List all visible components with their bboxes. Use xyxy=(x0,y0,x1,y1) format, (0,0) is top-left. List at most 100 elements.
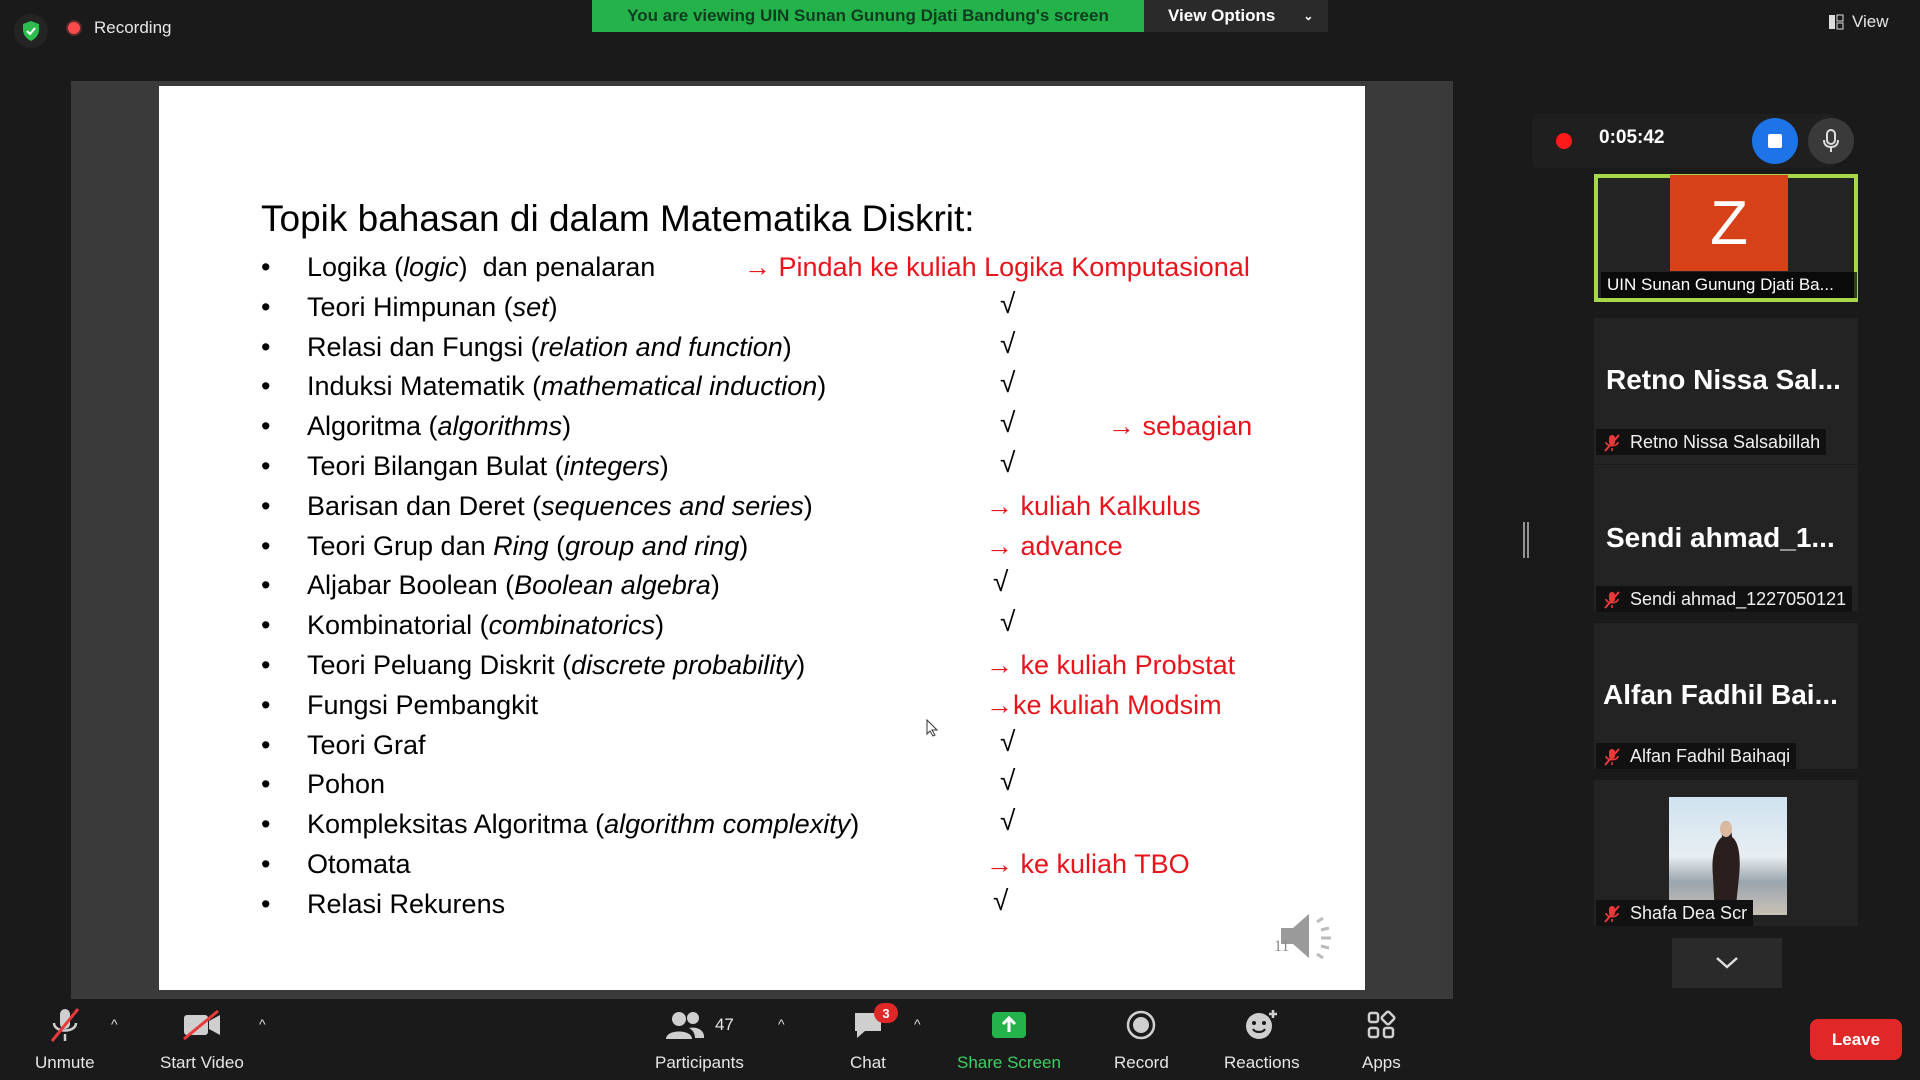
recording-indicator[interactable]: Recording xyxy=(66,18,172,38)
topic-label: Induksi Matematik (mathematical inductio… xyxy=(307,371,826,402)
muted-mic-icon xyxy=(1604,591,1620,609)
audio-button[interactable] xyxy=(1808,118,1854,164)
topic-label-english: set xyxy=(512,291,549,322)
bullet: • xyxy=(261,331,271,362)
reactions-button[interactable]: Reactions xyxy=(1224,1005,1300,1073)
topic-label-text: Induksi Matematik ( xyxy=(307,371,542,402)
topic-label: Relasi Rekurens xyxy=(307,889,505,920)
participant-name-label: Alfan Fadhil Baihaqi xyxy=(1630,746,1791,766)
topic-label: Kombinatorial (combinatorics) xyxy=(307,610,664,641)
check-mark: √ xyxy=(1000,725,1016,757)
bullet: • xyxy=(261,650,271,680)
leave-button[interactable]: Leave xyxy=(1810,1019,1902,1060)
topic-row: • Relasi dan Fungsi (relation and functio… xyxy=(159,328,1365,372)
topic-label-text: Teori Peluang Diskrit ( xyxy=(307,650,572,680)
bullet: • xyxy=(261,849,271,879)
topic-label-text: ) xyxy=(655,610,665,641)
bullet: • xyxy=(261,451,271,481)
topic-row: • Relasi Rekurens √ xyxy=(159,885,1365,929)
unmute-button[interactable]: Unmute xyxy=(35,1005,95,1073)
topic-label-text: ) xyxy=(796,650,806,680)
check-mark: √ xyxy=(993,566,1009,598)
bullet: • xyxy=(261,371,271,402)
participant-big-name: Sendi ahmad_1... xyxy=(1606,522,1835,553)
bullet: • xyxy=(261,252,271,282)
record-icon xyxy=(1127,1010,1156,1040)
topic-label: Pohon xyxy=(307,769,385,800)
mouse-cursor-icon xyxy=(926,719,938,737)
topic-note: → ke kuliah TBO xyxy=(986,849,1190,879)
chat-label: Chat xyxy=(850,1053,886,1072)
record-label: Record xyxy=(1114,1053,1169,1072)
participant-name: Shafa Dea Scr xyxy=(1596,900,1754,926)
topic-row: • Pohon √ xyxy=(159,765,1365,809)
check-mark: √ xyxy=(1000,447,1016,478)
check-mark: √ xyxy=(993,884,1009,916)
check-mark: √ xyxy=(1000,765,1016,797)
apps-label: Apps xyxy=(1362,1053,1401,1072)
participant-name: UIN Sunan Gunung Djati Ba... xyxy=(1601,272,1857,298)
topic-label: Teori Peluang Diskrit (discrete probabil… xyxy=(307,650,805,681)
view-options-label: View Options xyxy=(1168,6,1276,25)
chat-options-caret[interactable]: ^ xyxy=(914,1016,921,1032)
topic-label: Aljabar Boolean (Boolean algebra) xyxy=(307,570,720,601)
bullet: • xyxy=(261,411,271,442)
topic-row: • Teori Himpunan (set) √ xyxy=(159,288,1365,332)
participant-name-label: Sendi ahmad_1227050121 xyxy=(1630,589,1847,609)
topic-label-text: ( xyxy=(548,530,566,561)
topic-row: • Aljabar Boolean (Boolean algebra) √ xyxy=(159,566,1365,610)
topic-label-english: relation and function xyxy=(539,331,783,362)
topic-label-text: Kompleksitas Algoritma ( xyxy=(307,809,605,840)
topic-row: • Kombinatorial (combinatorics) √ xyxy=(159,606,1365,650)
unmute-label: Unmute xyxy=(35,1053,95,1072)
record-button[interactable]: Record xyxy=(1114,1005,1169,1073)
topic-note: →ke kuliah Modsim xyxy=(986,689,1222,720)
apps-icon xyxy=(1368,1010,1396,1039)
topic-label-text: ) xyxy=(803,490,813,521)
topic-row: • Teori Graf √ xyxy=(159,726,1365,770)
bullet: • xyxy=(261,610,271,641)
topic-label-text: Relasi dan Fungsi ( xyxy=(307,331,540,362)
topic-row: • Logika (logic) dan penalaran → Pindah ke… xyxy=(159,252,1365,292)
security-shield-icon[interactable] xyxy=(14,14,48,48)
reactions-label: Reactions xyxy=(1224,1053,1300,1072)
muted-mic-icon xyxy=(1604,748,1620,766)
stop-recording-button[interactable] xyxy=(1752,118,1798,164)
topic-note: → ke kuliah Probstat xyxy=(986,650,1236,680)
panel-resize-handle[interactable] xyxy=(1522,522,1530,558)
topic-label-text: Pohon xyxy=(307,769,386,800)
video-off-icon xyxy=(182,1009,220,1041)
participants-label: Participants xyxy=(655,1053,744,1072)
topic-note: → advance xyxy=(986,530,1123,561)
topic-label-english: mathematical induction xyxy=(541,371,818,402)
participant-name: Sendi ahmad_1227050121 xyxy=(1596,586,1853,612)
topic-label-text: Teori Graf xyxy=(307,729,426,760)
share-screen-button[interactable]: Share Screen xyxy=(957,1005,1061,1073)
start-video-button[interactable]: Start Video xyxy=(160,1005,244,1073)
participants-button[interactable]: 47 Participants xyxy=(655,1005,744,1073)
bullet: • xyxy=(261,809,271,840)
view-options-button[interactable]: View Options ⌄ xyxy=(1144,0,1328,32)
participant-name-label: Retno Nissa Salsabillah xyxy=(1630,432,1821,452)
topic-label-text: Algoritma ( xyxy=(307,411,438,442)
topic-label-text: ) xyxy=(739,530,749,561)
video-options-caret[interactable]: ^ xyxy=(259,1016,266,1032)
apps-button[interactable]: Apps xyxy=(1362,1005,1401,1073)
topic-label: Barisan dan Deret (sequences and series) xyxy=(307,491,813,522)
topic-label: Teori Grup dan Ring (group and ring) xyxy=(307,531,748,562)
topic-row: • Algoritma (algorithms) √ → sebagian xyxy=(159,407,1365,451)
topic-note: → sebagian xyxy=(1108,411,1253,442)
topic-label-text: ) xyxy=(710,570,720,601)
topic-label-english: algorithm complexity xyxy=(604,809,851,840)
topic-label-english: Ring xyxy=(493,530,549,561)
topic-label-text: ) xyxy=(817,371,827,402)
topic-row: • Barisan dan Deret (sequences and series… xyxy=(159,491,1365,531)
view-button[interactable]: View xyxy=(1828,12,1889,32)
bullet: • xyxy=(261,530,271,561)
participant-big-name: Retno Nissa Sal... xyxy=(1606,364,1841,395)
audio-options-caret[interactable]: ^ xyxy=(111,1016,118,1032)
topic-label-text: Logika ( xyxy=(307,252,404,282)
topic-label-text: ) xyxy=(782,331,792,362)
participants-options-caret[interactable]: ^ xyxy=(778,1016,785,1032)
scroll-down-button[interactable] xyxy=(1672,938,1782,988)
